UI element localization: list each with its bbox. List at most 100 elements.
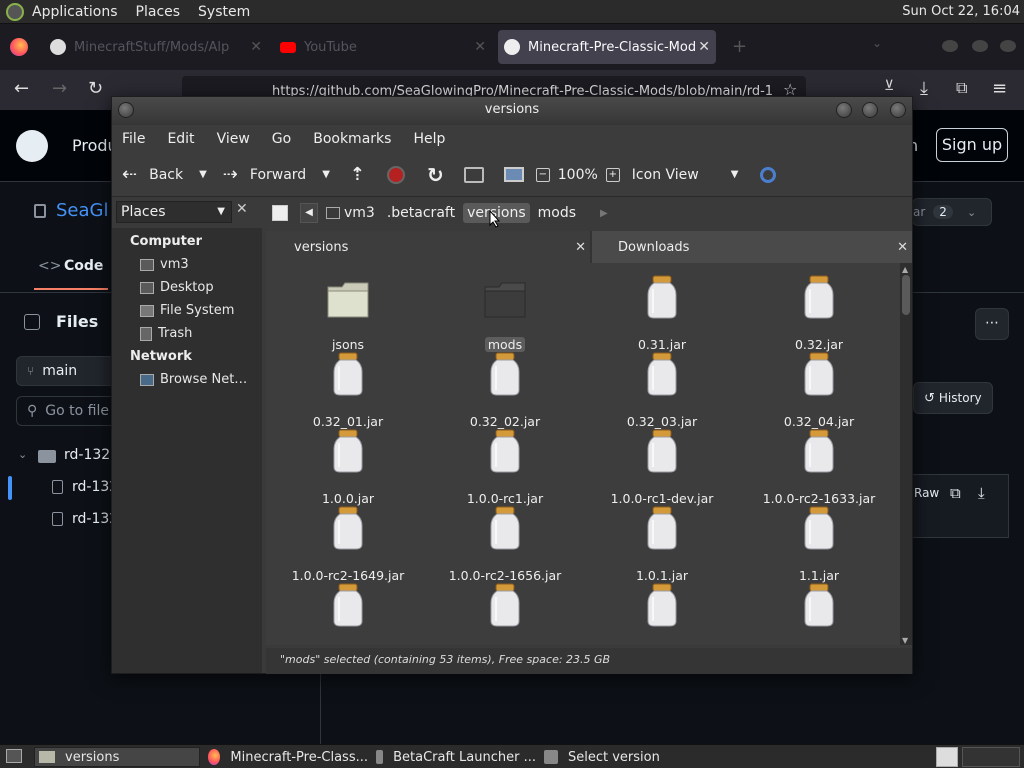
stop-icon[interactable] (387, 165, 405, 184)
zoom-in-icon[interactable]: + (605, 167, 620, 182)
crumb-right-arrow-icon[interactable]: ▶ (600, 208, 608, 219)
jar-file-item[interactable]: 1.2.2.jar (427, 579, 583, 645)
close-tab-icon[interactable]: ✕ (250, 39, 262, 55)
crumb-mods[interactable]: mods (534, 203, 580, 223)
computer-icon[interactable] (503, 167, 524, 182)
task-firefox[interactable]: Minecraft-Pre-Class... (204, 747, 368, 767)
more-options-button[interactable]: ⋯ (975, 308, 1009, 340)
menu-bookmarks[interactable]: Bookmarks (313, 131, 391, 147)
close-window-icon[interactable] (890, 102, 906, 118)
firefox-menu-icon[interactable] (10, 38, 28, 56)
jar-file-item[interactable]: 1.2.3.jar (584, 579, 740, 645)
close-tab-icon[interactable]: ✕ (897, 240, 908, 255)
task-select-version[interactable]: Select version (540, 747, 704, 767)
search-icon[interactable] (760, 166, 777, 183)
sidebar-places-select[interactable]: Places ▼ (116, 201, 232, 223)
sidebar-item-browse-network[interactable]: Browse Net… (140, 372, 247, 387)
minimize-window-icon[interactable] (836, 102, 852, 118)
tab-minecraft-pre-classic[interactable]: Minecraft-Pre-Classic-Mod ✕ (498, 30, 716, 64)
close-tab-icon[interactable]: ✕ (474, 39, 486, 55)
sidebar-item-trash[interactable]: Trash (140, 326, 192, 341)
jar-file-item[interactable]: 1.0.0-rc1.jar (427, 425, 583, 506)
minimize-window-icon[interactable] (942, 40, 958, 52)
tab-versions[interactable]: versions ✕ (266, 231, 590, 263)
sidebar-item-vm3[interactable]: vm3 (140, 257, 189, 272)
scroll-up-icon[interactable]: ▲ (902, 265, 908, 274)
crumb-betacraft[interactable]: .betacraft (383, 203, 459, 223)
tab-code[interactable]: Code (64, 258, 103, 274)
download-icon[interactable]: ⤓ (978, 484, 985, 502)
chevron-down-icon[interactable]: ⌄ (18, 448, 27, 461)
jar-file-item[interactable]: 1.0.0-rc1-dev.jar (584, 425, 740, 506)
crumb-vm3[interactable]: vm3 (340, 203, 379, 223)
crumb-left-arrow-icon[interactable]: ◀ (300, 203, 318, 223)
show-desktop-icon[interactable] (6, 749, 22, 763)
github-logo-icon[interactable] (16, 130, 48, 162)
jar-file-item[interactable]: 0.32_01.jar (270, 348, 426, 429)
jar-file-item[interactable]: 1.0.0.jar (270, 425, 426, 506)
forward-button[interactable]: ⇢ Forward (223, 164, 306, 185)
zoom-level[interactable]: 100% (558, 167, 598, 183)
jar-file-item[interactable]: 1.0.0-rc2-1649.jar (270, 502, 426, 583)
reload-icon[interactable]: ↻ (427, 163, 444, 187)
jar-file-item[interactable]: 1.1.jar (741, 502, 897, 583)
folder-item[interactable]: mods (427, 271, 583, 352)
jar-file-item[interactable]: 0.32_04.jar (741, 348, 897, 429)
close-tab-icon[interactable]: ✕ (575, 240, 586, 255)
menu-file[interactable]: File (122, 131, 145, 147)
folder-item[interactable]: jsons (270, 271, 426, 352)
jar-file-item[interactable]: 1.2.1.jar (270, 579, 426, 645)
menu-go[interactable]: Go (272, 131, 291, 147)
scrollbar-thumb[interactable] (902, 275, 910, 315)
close-window-icon[interactable] (1000, 40, 1016, 52)
branch-selector[interactable]: ⑂ main (16, 356, 116, 386)
reload-icon[interactable]: ↻ (88, 78, 103, 99)
sidebar-item-desktop[interactable]: Desktop (140, 280, 214, 295)
tab-youtube[interactable]: YouTube ✕ (274, 30, 492, 64)
jar-file-item[interactable]: 1.0.0-rc2-1633.jar (741, 425, 897, 506)
close-sidebar-icon[interactable]: ✕ (236, 201, 248, 217)
extensions-icon[interactable]: ⧉ (956, 78, 967, 98)
distro-logo-icon[interactable] (6, 2, 24, 21)
workspace-switcher[interactable] (936, 747, 958, 767)
places-menu[interactable]: Places (136, 4, 181, 20)
list-tabs-icon[interactable]: ⌄ (872, 36, 882, 50)
go-to-file-input[interactable]: ⚲ Go to file (16, 396, 116, 426)
close-tab-icon[interactable]: ✕ (698, 39, 710, 55)
download-icon[interactable]: ⤓ (920, 78, 928, 99)
jar-file-item[interactable]: 1.2.4.jar (741, 579, 897, 645)
chevron-down-icon[interactable]: ▼ (731, 169, 739, 180)
home-icon[interactable] (463, 166, 484, 183)
clock[interactable]: Sun Oct 22, 16:04 (902, 4, 1020, 19)
back-history-dropdown-icon[interactable]: ▼ (199, 169, 207, 180)
view-mode-select[interactable]: Icon View (632, 167, 699, 183)
window-titlebar[interactable]: versions (112, 97, 912, 125)
hamburger-menu-icon[interactable]: ≡ (992, 78, 1007, 99)
sign-up-button[interactable]: Sign up (936, 128, 1008, 162)
jar-file-item[interactable]: 0.32.jar (741, 271, 897, 352)
tab-github-minecraftstuff[interactable]: MinecraftStuff/Mods/Alp ✕ (44, 30, 268, 64)
star-button[interactable]: ar 2 ⌄ (912, 198, 992, 226)
maximize-window-icon[interactable] (862, 102, 878, 118)
zoom-out-icon[interactable]: − (535, 167, 550, 182)
menu-view[interactable]: View (217, 131, 250, 147)
menu-edit[interactable]: Edit (167, 131, 194, 147)
menu-help[interactable]: Help (413, 131, 445, 147)
history-button[interactable]: ↺ History (913, 382, 993, 414)
tab-downloads[interactable]: Downloads ✕ (592, 231, 912, 263)
scroll-down-icon[interactable]: ▼ (902, 636, 908, 645)
applications-menu[interactable]: Applications (32, 4, 118, 20)
scrollbar[interactable]: ▲ ▼ (900, 263, 912, 645)
system-menu[interactable]: System (198, 4, 250, 20)
pocket-icon[interactable]: ⊻ (884, 78, 894, 94)
jar-file-item[interactable]: 0.32_03.jar (584, 348, 740, 429)
back-arrow-icon[interactable]: ← (14, 78, 29, 99)
jar-file-item[interactable]: 0.32_02.jar (427, 348, 583, 429)
task-versions[interactable]: versions (34, 747, 200, 767)
copy-icon[interactable]: ⧉ (950, 484, 961, 502)
forward-history-dropdown-icon[interactable]: ▼ (322, 169, 330, 180)
repo-owner-link[interactable]: SeaGl (56, 200, 108, 221)
jar-file-item[interactable]: 1.0.0-rc2-1656.jar (427, 502, 583, 583)
up-arrow-icon[interactable]: ⇡ (350, 164, 365, 185)
window-menu-icon[interactable] (118, 102, 134, 118)
